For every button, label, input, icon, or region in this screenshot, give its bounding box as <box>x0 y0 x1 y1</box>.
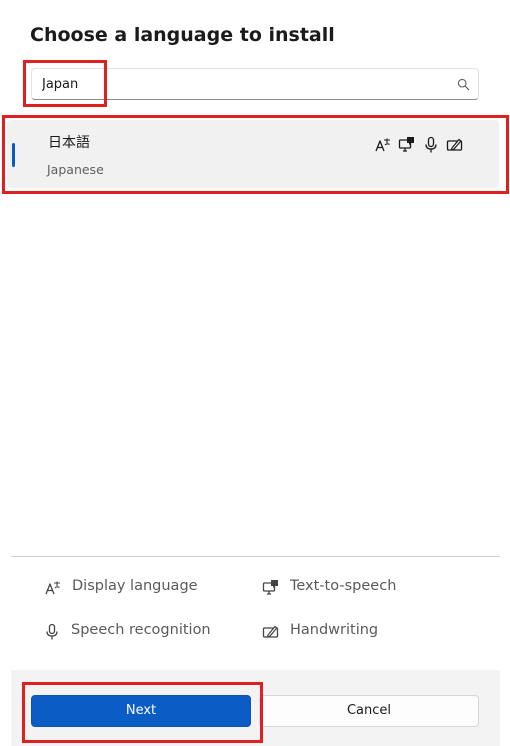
language-english-name: Japanese <box>47 162 104 177</box>
speech-recognition-icon <box>46 623 58 640</box>
cancel-button[interactable]: Cancel <box>259 695 479 727</box>
choose-language-dialog: Choose a language to install 日本語 Japanes… <box>0 0 510 746</box>
text-to-speech-icon <box>262 580 278 595</box>
legend-label: Speech recognition <box>71 622 211 638</box>
legend-label: Display language <box>72 578 198 594</box>
search-box[interactable] <box>31 68 479 100</box>
dialog-title: Choose a language to install <box>30 24 335 46</box>
search-icon[interactable] <box>457 78 470 91</box>
next-button[interactable]: Next <box>31 695 251 727</box>
dialog-footer: Next Cancel <box>11 670 500 746</box>
language-list-item[interactable]: 日本語 Japanese <box>7 120 499 188</box>
legend-label: Text-to-speech <box>290 578 397 594</box>
handwriting-icon <box>262 625 279 638</box>
display-language-icon <box>375 138 390 152</box>
speech-recognition-icon <box>425 136 437 153</box>
legend-label: Handwriting <box>290 622 379 638</box>
handwriting-icon <box>446 138 463 151</box>
selection-indicator <box>12 143 15 167</box>
search-input[interactable] <box>42 69 442 99</box>
text-to-speech-icon <box>398 137 414 152</box>
language-native-name: 日本語 <box>48 135 90 151</box>
divider <box>11 556 500 557</box>
display-language-icon <box>45 581 60 595</box>
